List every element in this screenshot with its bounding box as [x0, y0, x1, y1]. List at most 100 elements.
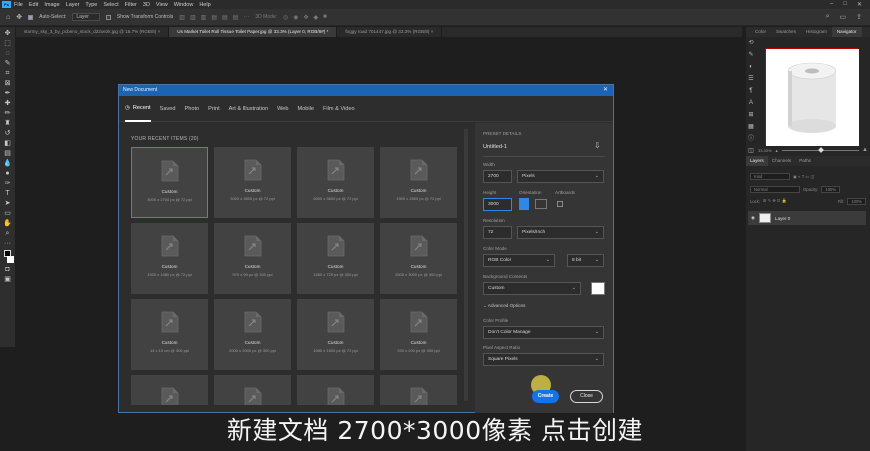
recent-item-card[interactable]: [214, 375, 291, 405]
create-button[interactable]: Create: [532, 390, 559, 403]
type-tool-icon[interactable]: T: [3, 190, 12, 197]
dodge-tool-icon[interactable]: ●: [3, 170, 12, 177]
navigator-preview[interactable]: [765, 48, 859, 146]
resolution-input[interactable]: 72: [483, 226, 512, 239]
tab-channels[interactable]: Channels: [768, 156, 795, 166]
frame-tool-icon[interactable]: ⊠: [3, 80, 12, 87]
tab-print[interactable]: Print: [208, 96, 220, 122]
tab-paths[interactable]: Paths: [795, 156, 815, 166]
tab-foggy-road[interactable]: foggy road 701447.jpg @ 33.3% (RGB/8) ×: [337, 27, 443, 37]
styles-icon[interactable]: ◫: [748, 148, 755, 155]
3d-slide-icon[interactable]: ◆: [314, 14, 319, 21]
zoom-value[interactable]: 33.33%: [758, 148, 772, 153]
advanced-options-toggle[interactable]: ⌄ Advanced Options: [483, 303, 525, 309]
tab-toilet-roll[interactable]: Us Market Toilet Roll Tissue Toilet Pape…: [169, 27, 338, 37]
clone-stamp-tool-icon[interactable]: ♜: [3, 120, 12, 127]
recent-item-card[interactable]: Custom 3000 x 3600 px @ 72 ppi: [214, 147, 291, 218]
history-icon[interactable]: ⟲: [748, 40, 755, 47]
glyphs-icon[interactable]: ⊞: [748, 112, 755, 119]
grid-scrollbar-thumb[interactable]: [464, 129, 468, 401]
zoom-in-icon[interactable]: ▲: [862, 147, 868, 153]
eraser-tool-icon[interactable]: ◧: [3, 140, 12, 147]
hand-tool-icon[interactable]: ✋: [3, 220, 12, 227]
menu-filter[interactable]: Filter: [125, 2, 137, 8]
maximize-button[interactable]: □: [843, 1, 847, 8]
tab-navigator[interactable]: Navigator: [831, 27, 862, 37]
3d-pan-icon[interactable]: ✥: [304, 14, 309, 21]
zoom-tool-icon[interactable]: ⌕: [3, 230, 12, 237]
landscape-orientation-icon[interactable]: [535, 199, 547, 209]
recent-item-card[interactable]: Custom 1920 x 1080 px @ 72 ppi: [131, 223, 208, 294]
kind-filter-dropdown[interactable]: Kind: [750, 172, 790, 180]
share-icon[interactable]: ⇪: [856, 13, 862, 21]
bg-contents-dropdown[interactable]: Custom ⌄: [483, 282, 581, 295]
tab-mobile[interactable]: Mobile: [298, 96, 314, 122]
menu-3d[interactable]: 3D: [143, 2, 150, 8]
gradient-tool-icon[interactable]: ▤: [3, 150, 12, 157]
tab-web[interactable]: Web: [277, 96, 288, 122]
tab-recent[interactable]: ◷ Recent: [125, 96, 151, 122]
move-tool-icon[interactable]: ✥: [16, 13, 22, 21]
home-icon[interactable]: ⌂: [6, 14, 10, 21]
healing-brush-tool-icon[interactable]: ✚: [3, 100, 12, 107]
recent-item-card[interactable]: Custom 14 x 19 cm @ 300 ppi: [131, 299, 208, 370]
tab-film-video[interactable]: Film & Video: [323, 96, 355, 122]
more-options-icon[interactable]: ···: [243, 14, 249, 21]
tab-stormy-sky[interactable]: stormy_sky_3_by_pcbeno_stock_d22oezk.jpg…: [16, 27, 170, 37]
move-tool-icon[interactable]: ✥: [3, 30, 12, 37]
brush-settings-icon[interactable]: ✎: [748, 52, 755, 59]
align-middle-icon[interactable]: ▤: [222, 14, 228, 21]
character-icon[interactable]: A: [748, 100, 755, 107]
bg-color-swatch[interactable]: [591, 282, 605, 295]
align-center-icon[interactable]: ▥: [190, 14, 196, 21]
blend-mode-dropdown[interactable]: Normal: [750, 185, 800, 193]
auto-select-checkbox[interactable]: [28, 14, 34, 20]
zoom-out-icon[interactable]: ▲: [775, 148, 779, 153]
recent-item-card[interactable]: Custom 2600 x 3000 px @ 300 ppi: [380, 223, 457, 294]
menu-type[interactable]: Type: [85, 2, 97, 8]
history-brush-tool-icon[interactable]: ↺: [3, 130, 12, 137]
adjustments-icon[interactable]: ◐: [748, 64, 755, 71]
paragraph-icon[interactable]: ¶: [748, 88, 755, 95]
quick-mask-icon[interactable]: ◘: [3, 266, 12, 273]
portrait-orientation-icon[interactable]: [519, 198, 529, 210]
more-tools-icon[interactable]: ···: [3, 240, 12, 247]
recent-item-card[interactable]: Custom 3000 x 3600 px @ 72 ppi: [297, 147, 374, 218]
3d-scale-icon[interactable]: ■: [323, 14, 327, 21]
width-input[interactable]: 2700: [483, 170, 512, 183]
align-bottom-icon[interactable]: ▤: [233, 14, 239, 21]
color-mode-dropdown[interactable]: RGB Color ⌄: [483, 254, 555, 267]
menu-view[interactable]: View: [156, 2, 168, 8]
recent-item-card[interactable]: Custom 1280 x 720 px @ 300 ppi: [297, 223, 374, 294]
pen-tool-icon[interactable]: ✑: [3, 180, 12, 187]
libraries-icon[interactable]: ▦: [748, 124, 755, 131]
blur-tool-icon[interactable]: 💧: [3, 160, 12, 167]
dialog-close-icon[interactable]: ✕: [603, 85, 608, 96]
recent-item-card[interactable]: Custom 200 x 200 px @ 300 ppi: [380, 299, 457, 370]
layer-name[interactable]: Layer 0: [775, 216, 790, 221]
opacity-field[interactable]: 100%: [821, 185, 841, 193]
menu-help[interactable]: Help: [199, 2, 210, 8]
screen-mode-icon[interactable]: ▣: [3, 276, 12, 283]
tab-color[interactable]: Color: [750, 27, 771, 37]
recent-item-card[interactable]: [131, 375, 208, 405]
properties-icon[interactable]: ☰: [748, 76, 755, 83]
tab-swatches[interactable]: Swatches: [771, 27, 801, 37]
zoom-slider[interactable]: [781, 146, 860, 153]
3d-roll-icon[interactable]: ◉: [293, 14, 298, 21]
align-right-icon[interactable]: ▥: [201, 14, 207, 21]
workspace-icon[interactable]: ▭: [840, 13, 847, 21]
3d-rotate-icon[interactable]: ◎: [283, 14, 288, 21]
artboards-checkbox[interactable]: [557, 201, 563, 207]
info-icon[interactable]: ⓘ: [748, 136, 755, 143]
menu-file[interactable]: File: [14, 2, 23, 8]
search-icon[interactable]: ⌕: [826, 13, 830, 21]
auto-select-dropdown[interactable]: Layer: [72, 13, 100, 21]
layer-row[interactable]: ◉ Layer 0: [748, 211, 866, 225]
background-color-swatch[interactable]: [6, 256, 14, 263]
align-top-icon[interactable]: ▤: [211, 14, 217, 21]
tab-photo[interactable]: Photo: [185, 96, 200, 122]
eyedropper-tool-icon[interactable]: ✒: [3, 90, 12, 97]
close-window-button[interactable]: ✕: [857, 1, 862, 8]
recent-item-card[interactable]: Custom 3000 x 2700 px @ 72 ppi: [131, 147, 208, 218]
